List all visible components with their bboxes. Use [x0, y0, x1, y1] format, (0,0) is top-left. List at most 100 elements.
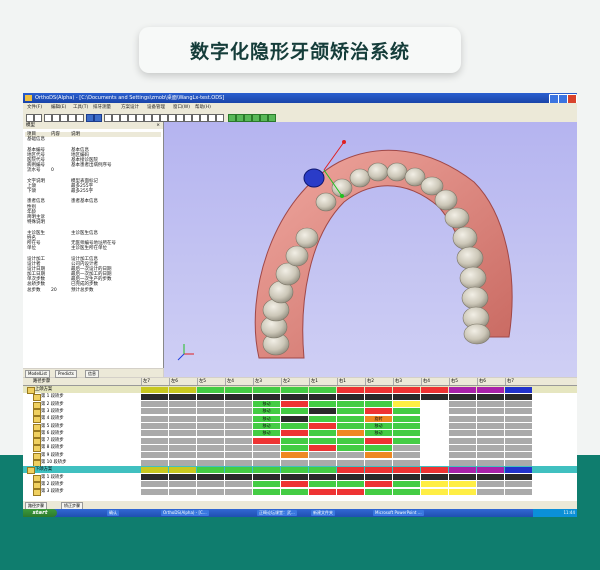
step-cell[interactable] [505, 452, 532, 459]
tooth[interactable] [452, 226, 478, 250]
step-cell[interactable] [337, 423, 364, 429]
step-cell[interactable] [169, 459, 196, 466]
step-cell[interactable] [253, 393, 280, 400]
step-cell[interactable] [281, 488, 308, 495]
step-cell[interactable] [337, 408, 364, 415]
save-icon[interactable] [34, 114, 42, 122]
tooth[interactable] [285, 245, 309, 267]
step-cell[interactable] [449, 415, 476, 422]
step-cell[interactable] [309, 393, 336, 400]
step-row[interactable]: 第 2 段矫步 [23, 481, 577, 489]
step-cell[interactable] [169, 481, 196, 488]
panel-tab[interactable]: 信息 [85, 370, 99, 378]
step-cell[interactable] [421, 466, 448, 473]
step-cell[interactable] [197, 466, 224, 473]
step-row[interactable]: 第 4 段矫步 移动 旋转 [23, 415, 577, 424]
step-cell[interactable] [253, 444, 280, 451]
step-cell[interactable] [393, 437, 420, 444]
step-cell[interactable] [197, 488, 224, 495]
step-cell[interactable] [141, 452, 168, 459]
step-cell[interactable] [477, 474, 504, 481]
step-cell[interactable] [309, 415, 336, 422]
step-cell[interactable] [393, 415, 420, 422]
step-cell[interactable] [393, 474, 420, 481]
step-cell[interactable] [225, 386, 252, 393]
step-cell[interactable] [141, 437, 168, 444]
step-cell[interactable] [141, 386, 168, 393]
tool-g-icon[interactable] [152, 114, 160, 122]
tool-d-icon[interactable] [128, 114, 136, 122]
step-cell[interactable] [421, 488, 448, 495]
step-cell[interactable] [505, 444, 532, 451]
tool-n-icon[interactable] [208, 114, 216, 122]
step-cell[interactable] [253, 481, 280, 488]
step-cell[interactable] [225, 481, 252, 488]
step-cell[interactable] [365, 488, 392, 495]
step-cell[interactable] [141, 401, 168, 408]
step-cell[interactable] [141, 481, 168, 488]
step-cell[interactable] [309, 430, 336, 437]
step-cell[interactable] [365, 452, 392, 459]
step-cell[interactable] [477, 423, 504, 429]
step-cell[interactable]: 移动 [253, 415, 280, 422]
step-cell[interactable] [197, 474, 224, 481]
taskbar-item[interactable]: 确认 [107, 510, 119, 516]
step-cell[interactable] [421, 393, 448, 400]
step-cell[interactable] [337, 401, 364, 408]
step-cell[interactable] [169, 488, 196, 495]
open-icon[interactable] [26, 114, 34, 122]
step-cell[interactable] [309, 466, 336, 473]
step-cell[interactable] [421, 437, 448, 444]
step-cell[interactable] [169, 430, 196, 437]
step-row[interactable]: 第 5 段矫步 移动 移动 [23, 423, 577, 431]
step-cell[interactable] [449, 430, 476, 437]
step-cell[interactable] [393, 408, 420, 415]
step-cell[interactable] [393, 488, 420, 495]
menu-item[interactable]: 文件(F) [27, 103, 42, 112]
view-front-icon[interactable] [86, 114, 94, 122]
step-2-icon[interactable] [236, 114, 244, 122]
step-cell[interactable] [505, 459, 532, 466]
step-cell[interactable] [197, 401, 224, 408]
step-cell[interactable] [197, 415, 224, 422]
step-cell[interactable] [197, 459, 224, 466]
step-cell[interactable] [365, 401, 392, 408]
panel-tab[interactable]: ModelList [25, 370, 51, 378]
step-cell[interactable] [365, 474, 392, 481]
step-cell[interactable] [169, 474, 196, 481]
tooth[interactable] [459, 266, 487, 290]
step-cell[interactable] [225, 423, 252, 429]
step-cell[interactable] [477, 452, 504, 459]
step-cell[interactable] [449, 459, 476, 466]
step-cell[interactable] [365, 393, 392, 400]
taskbar-item[interactable]: 新建文件夹 [311, 510, 335, 516]
step-cell[interactable] [197, 444, 224, 451]
step-cell[interactable] [365, 459, 392, 466]
step-cell[interactable] [393, 444, 420, 451]
step-cell[interactable] [365, 481, 392, 488]
step-cell[interactable] [421, 481, 448, 488]
step-cell[interactable] [197, 386, 224, 393]
step-cell[interactable] [141, 430, 168, 437]
step-cell[interactable] [421, 386, 448, 393]
step-cell[interactable] [225, 444, 252, 451]
step-cell[interactable] [477, 444, 504, 451]
step-cell[interactable] [337, 488, 364, 495]
menu-item[interactable]: 窗口(W) [173, 103, 190, 112]
step-cell[interactable]: 移动 [253, 401, 280, 408]
step-cell[interactable] [253, 437, 280, 444]
step-cell[interactable] [197, 393, 224, 400]
step-cell[interactable] [225, 488, 252, 495]
step-cell[interactable] [505, 386, 532, 393]
step-cell[interactable] [169, 466, 196, 473]
zoom-in-icon[interactable] [68, 114, 76, 122]
step-cell[interactable] [365, 408, 392, 415]
panel-close-icon[interactable]: × [156, 122, 160, 129]
step-cell[interactable] [309, 401, 336, 408]
step-cell[interactable] [337, 437, 364, 444]
step-cell[interactable] [169, 415, 196, 422]
menu-item[interactable]: 编辑(E) [51, 103, 66, 112]
step-cell[interactable] [477, 466, 504, 473]
step-1-icon[interactable] [228, 114, 236, 122]
step-3-icon[interactable] [244, 114, 252, 122]
